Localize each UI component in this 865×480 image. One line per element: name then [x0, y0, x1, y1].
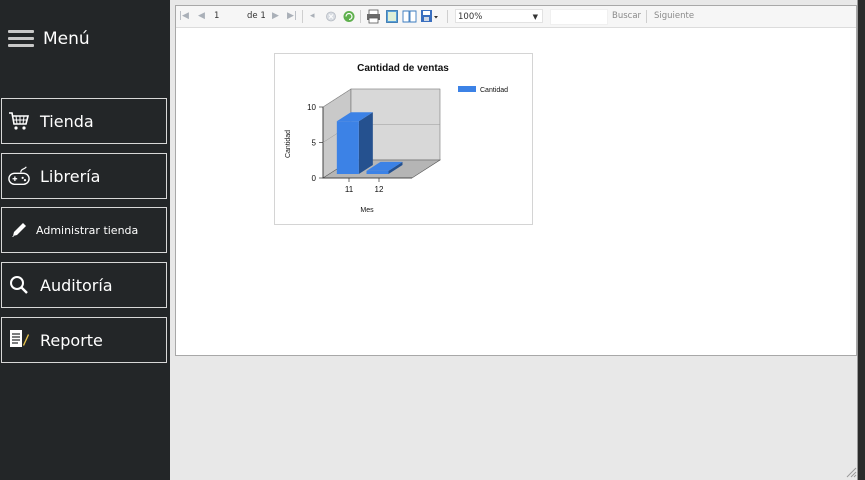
page-layout-icon[interactable] — [385, 6, 399, 27]
sidebar: Menú Tienda Librería Administrar tienda … — [0, 0, 170, 480]
back-icon[interactable]: ◂ — [310, 6, 315, 27]
resize-grip-icon[interactable] — [845, 466, 857, 478]
page-count: de 1 — [247, 11, 266, 21]
sales-chart: Cantidad de ventas 0 5 10 11 12 Cantidad Me… — [285, 63, 508, 214]
sidebar-item-label: Auditoría — [40, 275, 113, 295]
sidebar-item-label: Administrar tienda — [36, 223, 139, 237]
sidebar-item-administrar-tienda[interactable]: Administrar tienda — [1, 207, 167, 253]
zoom-select[interactable]: 100% ▼ — [455, 9, 543, 23]
sidebar-item-tienda[interactable]: Tienda — [1, 98, 167, 144]
y-tick-label: 10 — [307, 103, 316, 112]
find-next-link[interactable]: Siguiente — [654, 6, 694, 27]
menu-header[interactable]: Menú — [8, 26, 90, 52]
y-tick-label: 0 — [312, 174, 317, 183]
export-icon[interactable] — [420, 6, 440, 27]
report-page: Cantidad de ventas 0 5 10 11 12 Cantidad Me… — [274, 53, 533, 225]
y-axis-label: Cantidad — [285, 130, 292, 158]
sidebar-item-libreria[interactable]: Librería — [1, 153, 167, 199]
report-viewer: |◀ ◀ 1 de 1 ▶ ▶| ◂ 100% ▼ Buscar Siguien… — [175, 5, 857, 356]
next-page-icon[interactable]: ▶ — [272, 6, 279, 27]
toolbar-separator — [447, 10, 448, 23]
refresh-icon[interactable] — [342, 6, 356, 27]
last-page-icon[interactable]: ▶| — [287, 6, 297, 27]
toolbar-separator — [302, 10, 303, 23]
bar-side — [358, 112, 373, 174]
page-setup-icon[interactable] — [402, 6, 417, 27]
search-icon — [8, 274, 30, 296]
y-tick-label: 5 — [312, 139, 317, 148]
bar-front — [336, 121, 359, 174]
x-tick-label: 12 — [375, 185, 384, 194]
report-icon — [8, 329, 30, 351]
sidebar-item-label: Librería — [40, 166, 101, 186]
bar — [336, 112, 373, 174]
hamburger-icon[interactable] — [8, 30, 34, 48]
sidebar-item-label: Tienda — [40, 111, 94, 131]
sidebar-item-reporte[interactable]: Reporte — [1, 317, 167, 363]
toolbar-separator — [360, 10, 361, 23]
prev-page-icon[interactable]: ◀ — [198, 6, 205, 27]
menu-title: Menú — [43, 29, 90, 49]
x-tick-label: 11 — [345, 185, 354, 194]
x-axis-label: Mes — [360, 207, 374, 214]
find-link[interactable]: Buscar — [612, 6, 641, 27]
stop-icon[interactable] — [325, 6, 337, 27]
legend-label: Cantidad — [480, 87, 508, 94]
zoom-value: 100% — [458, 12, 483, 22]
first-page-icon[interactable]: |◀ — [179, 6, 189, 27]
sidebar-item-auditoria[interactable]: Auditoría — [1, 262, 167, 308]
cart-icon — [8, 110, 30, 132]
gamepad-icon — [8, 165, 30, 187]
toolbar-separator — [646, 10, 647, 23]
legend-swatch — [458, 86, 476, 92]
window-edge-dark — [858, 0, 865, 480]
bar-front — [366, 170, 389, 174]
sidebar-item-label: Reporte — [40, 330, 103, 350]
chevron-down-icon: ▼ — [532, 13, 538, 21]
report-toolbar: |◀ ◀ 1 de 1 ▶ ▶| ◂ 100% ▼ Buscar Siguien… — [176, 6, 856, 28]
pencil-icon — [8, 219, 30, 241]
page-number-input[interactable]: 1 — [214, 6, 219, 27]
print-icon[interactable] — [366, 6, 381, 27]
find-text-input[interactable] — [550, 9, 608, 25]
chart-title: Cantidad de ventas — [357, 63, 449, 74]
